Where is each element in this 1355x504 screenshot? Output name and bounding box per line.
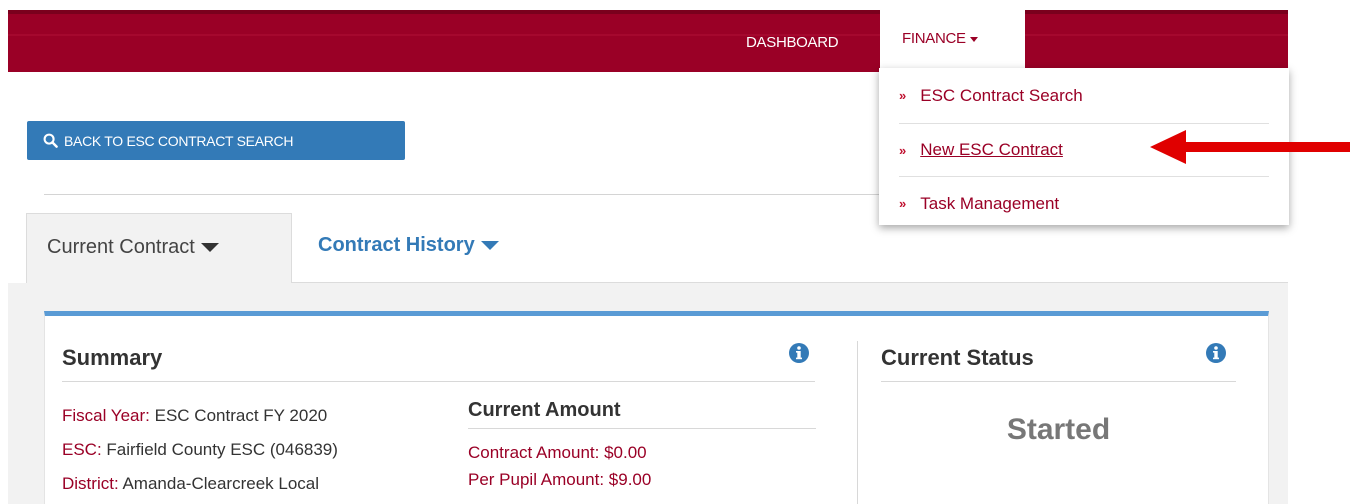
back-to-search-button[interactable]: BACK TO ESC CONTRACT SEARCH <box>27 121 405 160</box>
amount-divider <box>468 428 816 429</box>
nav-dashboard-link[interactable]: DASHBOARD <box>746 34 839 51</box>
district-field: District: Amanda-Clearcreek Local <box>62 474 319 494</box>
summary-divider <box>62 381 815 382</box>
menu-item-esc-contract-search[interactable]: » ESC Contract Search <box>899 68 1269 124</box>
status-divider <box>881 381 1236 382</box>
fiscal-year-field: Fiscal Year: ESC Contract FY 2020 <box>62 406 327 426</box>
district-label: District: <box>62 474 119 493</box>
caret-down-icon <box>480 241 499 251</box>
divider <box>44 194 884 195</box>
red-arrow-annotation <box>1150 130 1350 164</box>
top-nav-bar: DASHBOARD FINANCE <box>8 10 1288 72</box>
menu-item-label: Task Management <box>920 193 1060 213</box>
tab-contract-history[interactable]: Contract History <box>318 234 499 257</box>
summary-heading: Summary <box>62 345 163 370</box>
esc-label: ESC: <box>62 440 102 459</box>
double-chevron-right-icon: » <box>899 88 907 103</box>
current-amount-heading: Current Amount <box>468 399 621 421</box>
info-icon[interactable] <box>788 342 810 364</box>
double-chevron-right-icon: » <box>899 196 907 211</box>
tab-label: Current Contract <box>47 236 195 258</box>
menu-item-label: New ESC Contract <box>920 140 1063 159</box>
caret-down-icon <box>200 243 219 253</box>
search-icon <box>43 133 58 148</box>
chevron-down-icon <box>969 36 978 42</box>
district-value: Amanda-Clearcreek Local <box>122 474 320 493</box>
nav-finance-menu[interactable]: FINANCE <box>880 10 1025 72</box>
menu-item-task-management[interactable]: » Task Management <box>899 177 1269 230</box>
esc-field: ESC: Fairfield County ESC (046839) <box>62 440 338 460</box>
status-value: Started <box>1006 413 1111 446</box>
tab-current-contract[interactable]: Current Contract <box>26 213 292 283</box>
contract-amount: Contract Amount: $0.00 <box>468 443 647 462</box>
fiscal-year-label: Fiscal Year: <box>62 406 150 425</box>
contract-panel: Summary Fiscal Year: ESC Contract FY 202… <box>44 311 1269 504</box>
back-button-label: BACK TO ESC CONTRACT SEARCH <box>64 132 294 149</box>
column-divider <box>857 341 858 504</box>
esc-value: Fairfield County ESC (046839) <box>106 440 338 459</box>
info-icon[interactable] <box>1205 342 1227 364</box>
tab-label: Contract History <box>318 234 475 256</box>
double-chevron-right-icon: » <box>899 142 907 158</box>
nav-finance-label: FINANCE <box>902 30 966 47</box>
current-status-heading: Current Status <box>881 345 1034 370</box>
fiscal-year-value: ESC Contract FY 2020 <box>154 406 328 425</box>
menu-item-label: ESC Contract Search <box>920 85 1083 105</box>
per-pupil-amount: Per Pupil Amount: $9.00 <box>468 470 652 489</box>
